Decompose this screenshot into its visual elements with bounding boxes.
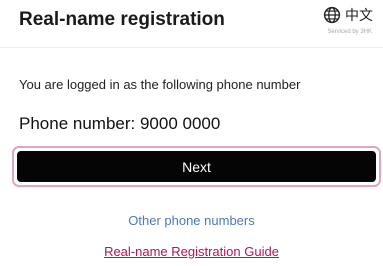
next-button[interactable]: Next	[17, 151, 376, 182]
next-button-focus-ring: Next	[12, 146, 381, 187]
phone-number-text: Phone number: 9000 0000	[19, 114, 221, 133]
header-bar: Real-name registration 中文 Serviced by 3H…	[0, 0, 383, 48]
language-switch[interactable]: 中文	[323, 5, 373, 25]
language-label: 中文	[345, 8, 373, 24]
registration-guide-link[interactable]: Real-name Registration Guide	[0, 244, 383, 259]
other-phone-numbers-link[interactable]: Other phone numbers	[0, 213, 383, 228]
serviced-by-text: Serviced by 3HK	[327, 29, 372, 35]
registration-page: Real-name registration 中文 Serviced by 3H…	[0, 0, 383, 266]
globe-icon	[323, 6, 341, 24]
login-info-text: You are logged in as the following phone…	[19, 77, 301, 92]
page-title: Real-name registration	[19, 9, 225, 30]
